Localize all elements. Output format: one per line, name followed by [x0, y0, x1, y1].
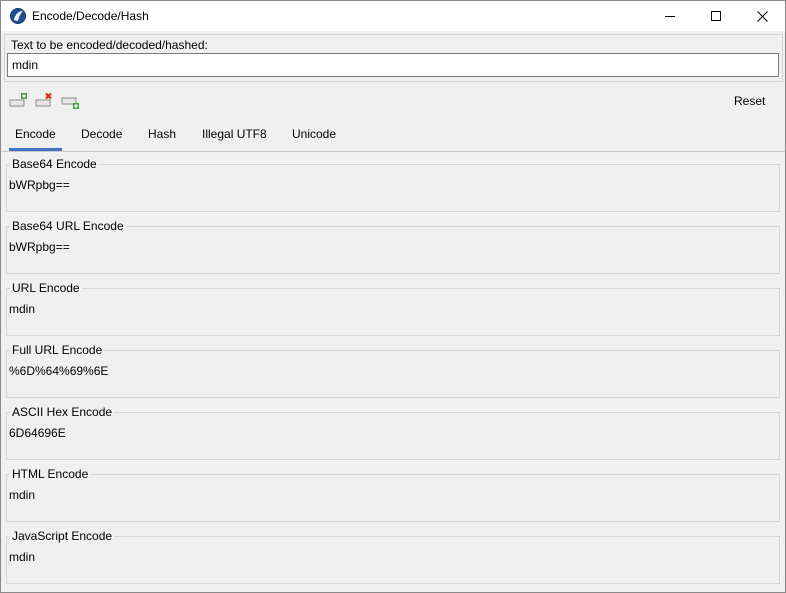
window-title: Encode/Decode/Hash	[32, 9, 149, 23]
input-label: Text to be encoded/decoded/hashed:	[11, 38, 208, 52]
encoded-value[interactable]: mdin	[9, 550, 35, 564]
add-icon	[9, 93, 27, 107]
encode-decode-hash-window: Encode/Decode/Hash Text to be encoded/de…	[0, 0, 786, 593]
add-to-list-button[interactable]	[61, 92, 81, 110]
group-label: Full URL Encode	[10, 343, 105, 357]
group-label: JavaScript Encode	[10, 529, 115, 543]
base64-encode-group: Base64 Encode bWRpbg==	[6, 158, 780, 212]
minimize-icon	[665, 16, 675, 17]
tab-unicode[interactable]: Unicode	[286, 121, 342, 151]
remove-button[interactable]	[35, 92, 55, 110]
group-label: ASCII Hex Encode	[10, 405, 115, 419]
group-label: URL Encode	[10, 281, 82, 295]
reset-button[interactable]: Reset	[734, 94, 765, 108]
remove-icon	[35, 92, 52, 107]
maximize-button[interactable]	[693, 1, 739, 31]
tab-illegal-utf8[interactable]: Illegal UTF8	[196, 121, 273, 151]
javascript-encode-group: JavaScript Encode mdin	[6, 530, 780, 584]
tab-encode[interactable]: Encode	[9, 121, 62, 151]
tab-hash[interactable]: Hash	[142, 121, 182, 151]
encoded-value[interactable]: bWRpbg==	[9, 240, 70, 254]
encoded-value[interactable]: mdin	[9, 302, 35, 316]
url-encode-group: URL Encode mdin	[6, 282, 780, 336]
group-label: Base64 URL Encode	[10, 219, 126, 233]
add-button[interactable]	[9, 92, 29, 110]
full-url-encode-group: Full URL Encode %6D%64%69%6E	[6, 344, 780, 398]
add-to-list-icon	[61, 97, 79, 109]
html-encode-group: HTML Encode mdin	[6, 468, 780, 522]
close-button[interactable]	[739, 1, 785, 31]
encoded-value[interactable]: 6D64696E	[9, 426, 66, 440]
group-label: HTML Encode	[10, 467, 91, 481]
input-panel: Text to be encoded/decoded/hashed:	[4, 34, 783, 82]
tab-bar: Encode Decode Hash Illegal UTF8 Unicode	[1, 121, 785, 152]
base64-url-encode-group: Base64 URL Encode bWRpbg==	[6, 220, 780, 274]
encoded-value[interactable]: %6D%64%69%6E	[9, 364, 108, 378]
title-bar[interactable]: Encode/Decode/Hash	[1, 1, 785, 31]
maximize-icon	[711, 11, 721, 21]
app-icon	[10, 8, 26, 24]
main-content: Text to be encoded/decoded/hashed: mdin …	[1, 31, 785, 592]
minimize-button[interactable]	[647, 1, 693, 31]
encoded-value[interactable]: bWRpbg==	[9, 178, 70, 192]
encoded-value[interactable]: mdin	[9, 488, 35, 502]
tab-decode[interactable]: Decode	[75, 121, 128, 151]
close-icon	[756, 10, 768, 22]
group-label: Base64 Encode	[10, 157, 99, 171]
text-input[interactable]	[7, 53, 779, 77]
ascii-hex-encode-group: ASCII Hex Encode 6D64696E	[6, 406, 780, 460]
